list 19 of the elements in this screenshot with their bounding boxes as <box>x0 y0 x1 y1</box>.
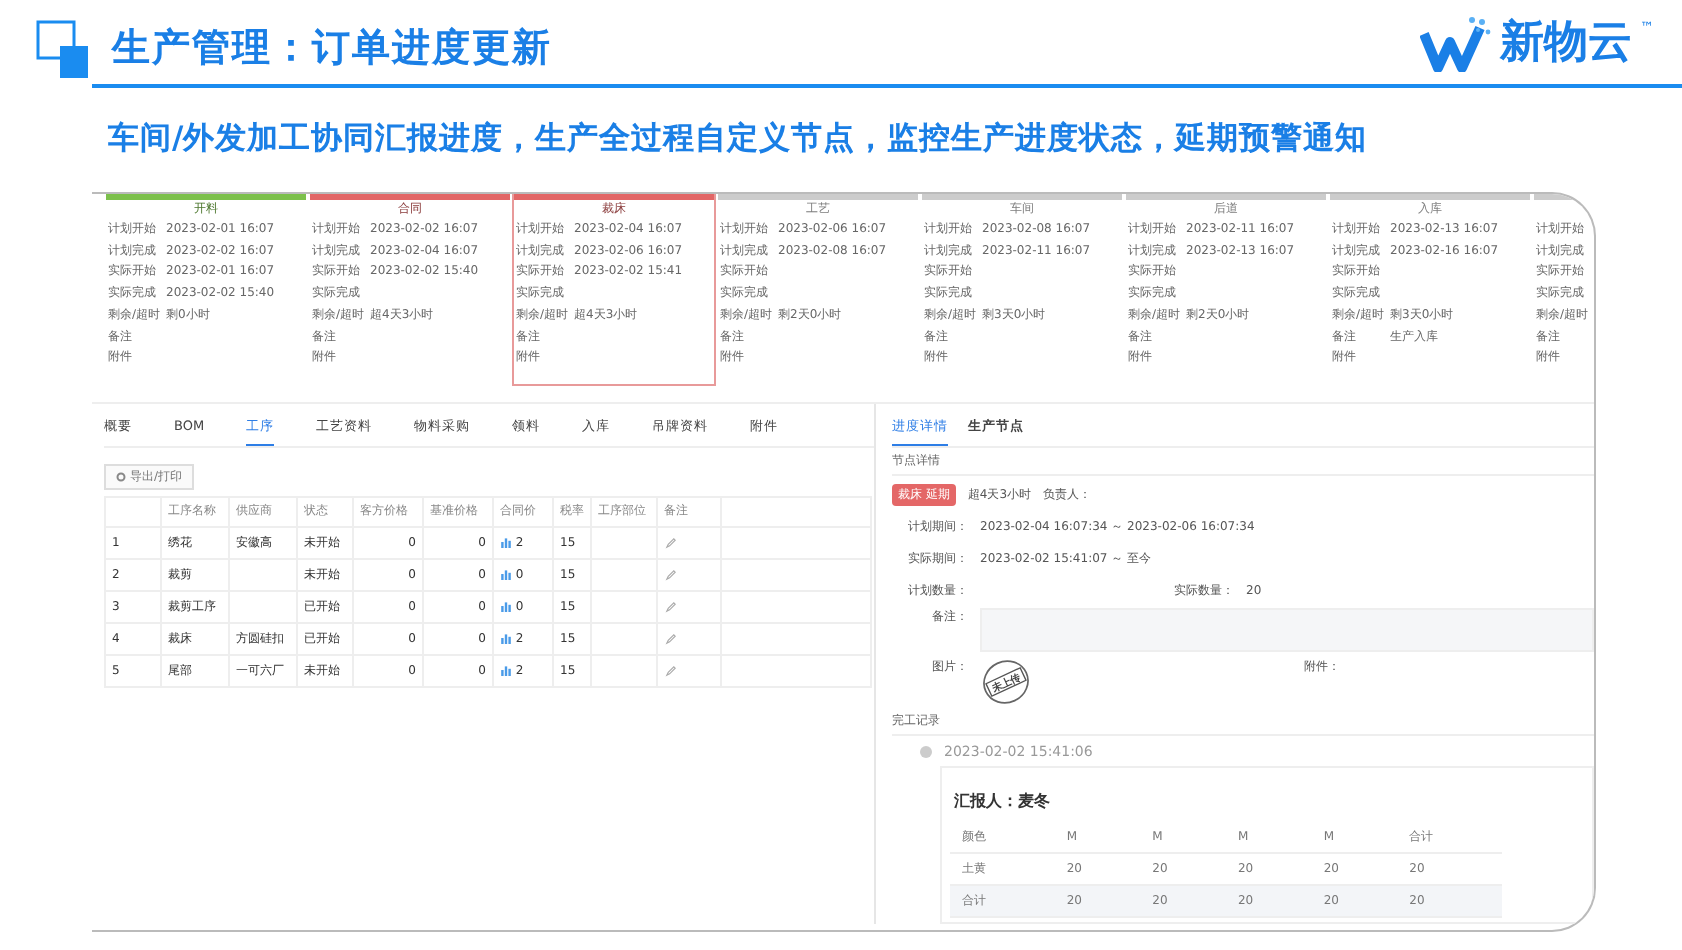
logo-squares-icon <box>36 20 90 80</box>
chart-icon[interactable] <box>500 536 512 549</box>
settings-icon <box>116 471 126 482</box>
chart-icon[interactable] <box>500 568 512 581</box>
reporter-name: 汇报人：麦冬 <box>954 790 1050 815</box>
page-title: 生产管理：订单进度更新 <box>112 24 552 74</box>
chart-icon[interactable] <box>500 664 512 677</box>
edit-icon[interactable] <box>664 631 678 646</box>
remark-field[interactable] <box>980 607 1594 652</box>
edit-icon[interactable] <box>664 535 678 550</box>
edit-icon[interactable] <box>664 663 678 678</box>
chart-icon[interactable] <box>500 632 512 645</box>
logo-icon <box>1420 15 1492 71</box>
edit-icon[interactable] <box>664 599 678 614</box>
timeline-dot-icon <box>920 746 932 758</box>
chart-icon[interactable] <box>500 600 512 613</box>
edit-icon[interactable] <box>664 567 678 582</box>
logo-text: 新物云 <box>1500 16 1632 72</box>
subtitle: 车间/外发加工协同汇报进度，生产全过程自定义节点，监控生产进度状态，延期预警通知 <box>108 118 1368 160</box>
